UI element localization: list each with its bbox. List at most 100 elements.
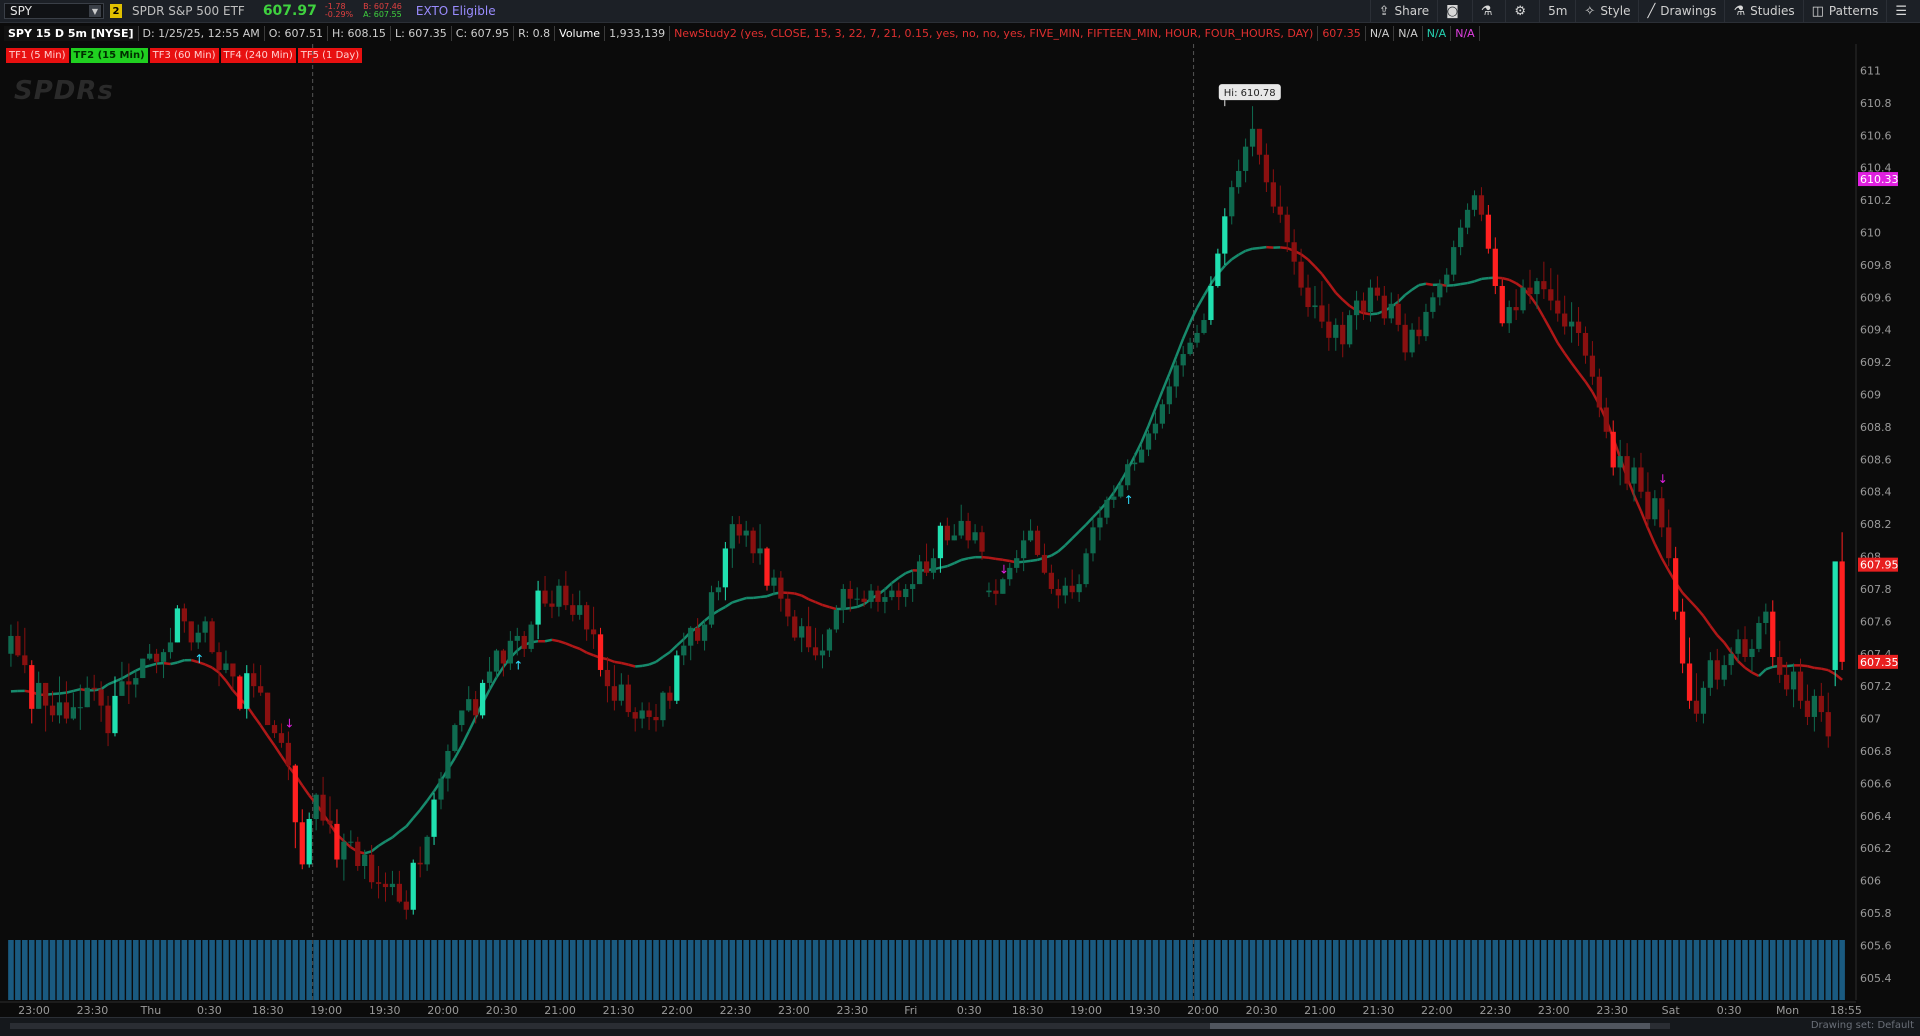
candle-body [1291, 242, 1297, 262]
trend-line-segment [1175, 338, 1185, 357]
time-tick-label: 22:00 [1421, 1004, 1453, 1014]
candle-body [1839, 561, 1845, 662]
link-group-badge[interactable]: 2 [110, 4, 122, 18]
candle-body [1159, 404, 1166, 424]
candle-body [1596, 376, 1602, 408]
price-tick-label: 608.4 [1860, 486, 1892, 499]
volume-bar [1728, 940, 1734, 1000]
trend-line-segment [967, 555, 976, 560]
studies-label: Studies [1750, 4, 1795, 18]
candle-body [320, 794, 326, 821]
candle-body [1464, 209, 1471, 228]
settings-button[interactable]: ⚙ [1505, 0, 1539, 22]
volume-bar [1333, 940, 1339, 1000]
trend-line-segment [1266, 245, 1274, 249]
volume-bar [278, 940, 285, 1000]
trend-line-segment [149, 662, 157, 667]
study-value: 607.35 [1318, 25, 1366, 41]
candle-body [764, 548, 770, 586]
volume-bar [1173, 940, 1180, 1000]
candle-body [473, 699, 479, 716]
studies-button[interactable]: ⚗ Studies [1724, 0, 1802, 22]
volume-bar [736, 940, 743, 1000]
trend-line-segment [1334, 291, 1344, 301]
volume-bar [1138, 940, 1145, 1000]
candle-body [743, 530, 749, 536]
menu-button[interactable]: ☰ [1886, 0, 1920, 22]
volume-bar [493, 940, 500, 1000]
trend-line-segment [1744, 666, 1753, 674]
trend-line-segment [1252, 246, 1260, 250]
patterns-button[interactable]: ◫ Patterns [1802, 0, 1887, 22]
candle-body [514, 635, 520, 641]
trend-line-segment [572, 645, 581, 651]
volume-bar [368, 940, 375, 1000]
volume-bar [139, 940, 146, 1000]
volume-bar [1208, 940, 1214, 1000]
volume-bar [764, 940, 770, 1000]
chevron-down-icon[interactable]: ▼ [89, 5, 101, 17]
volume-bar [35, 940, 42, 1000]
volume-bar [1665, 940, 1672, 1000]
volume-bar [847, 940, 854, 1000]
scrollbar-thumb[interactable] [1210, 1023, 1650, 1029]
candle-body [1673, 558, 1679, 612]
volume-bar [403, 940, 410, 1000]
volume-bar [1284, 940, 1290, 1000]
volume-label[interactable]: Volume [555, 25, 606, 41]
candle-body [1513, 307, 1519, 311]
candle-body [237, 676, 243, 709]
style-button[interactable]: ✧ Style [1575, 0, 1638, 22]
volume-bar [1700, 940, 1707, 1000]
trend-line-segment [1057, 544, 1067, 553]
candle-body [258, 686, 264, 693]
candle-body [1686, 663, 1693, 701]
candle-body [639, 710, 645, 719]
volume-bar [1450, 940, 1457, 1000]
candle-body [708, 592, 715, 625]
volume-bar [438, 940, 444, 1000]
volume-bar [160, 940, 167, 1000]
study-label[interactable]: NewStudy2 (yes, CLOSE, 15, 3, 22, 7, 21,… [670, 25, 1319, 41]
exto-eligible-link[interactable]: EXTO Eligible [416, 4, 496, 18]
candle-body [438, 778, 444, 800]
time-tick-label: 23:30 [1596, 1004, 1628, 1014]
volume-bar [771, 940, 777, 1000]
chart-scrollbar[interactable] [10, 1023, 1670, 1029]
candle-body [799, 626, 805, 638]
flask-button[interactable]: ⚗ [1471, 0, 1506, 22]
candle-body [452, 725, 458, 751]
price-tag-text: 607.95 [1860, 559, 1899, 572]
volume-bar [1423, 940, 1429, 1000]
candle-body [1402, 324, 1408, 353]
volume-bar [424, 940, 430, 1000]
volume-bar [1797, 940, 1804, 1000]
candle-body [230, 663, 236, 677]
drawings-button[interactable]: ╱ Drawings [1638, 0, 1724, 22]
snapshot-button[interactable]: ◙ [1437, 0, 1472, 22]
candle-body [348, 841, 354, 843]
candle-body [792, 616, 798, 638]
volume-bar [105, 940, 111, 1000]
symbol-selector[interactable]: SPY ▼ [4, 3, 104, 19]
candle-body [375, 882, 382, 884]
volume-bar [306, 940, 312, 1000]
candle-body [1471, 195, 1478, 210]
volume-bar [181, 940, 188, 1000]
trend-line-segment [419, 800, 429, 811]
chart-title[interactable]: SPY 15 D 5m [NYSE] [4, 25, 139, 41]
volume-bar [576, 940, 583, 1000]
price-tick-label: 610.6 [1860, 129, 1892, 142]
share-button[interactable]: ⇪ Share [1369, 0, 1438, 22]
price-tick-label: 609.2 [1860, 356, 1892, 369]
volume-bar [1083, 940, 1089, 1000]
price-chart[interactable]: 611.2611610.8610.6610.4610.2610609.8609.… [0, 44, 1920, 1014]
volume-bar [1645, 940, 1651, 1000]
trend-line-segment [884, 582, 893, 591]
price-tick-label: 610.8 [1860, 97, 1892, 110]
timeframe-button[interactable]: 5m [1539, 0, 1575, 22]
volume-bar [687, 940, 694, 1000]
candle-body [1021, 540, 1027, 559]
trend-line-segment [1078, 523, 1087, 533]
signal-up-arrow: ↑ [1124, 493, 1134, 507]
